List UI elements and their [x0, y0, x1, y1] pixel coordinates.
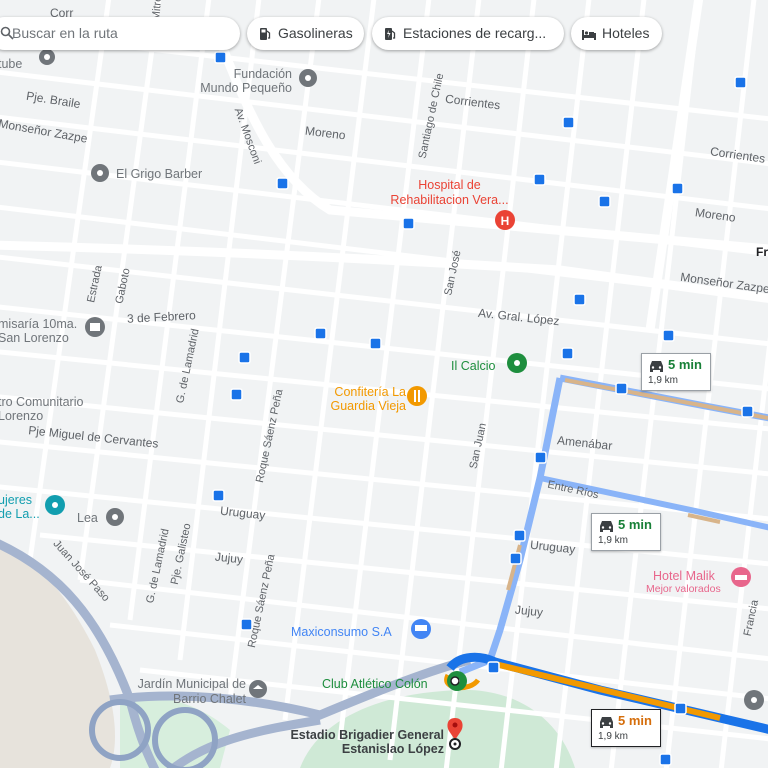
car-icon	[650, 361, 663, 372]
poi-label-jardin[interactable]: Jardín Municipal de Barrio Chalet	[136, 677, 246, 707]
svg-text:H: H	[501, 214, 510, 228]
route-distance: 1,9 km	[598, 731, 629, 742]
route-distance: 1,9 km	[648, 375, 679, 386]
poi-label-estadio[interactable]: Estadio Brigadier General Estanislao Lóp…	[282, 728, 444, 756]
other-pin-icon[interactable]	[744, 690, 764, 710]
car-icon	[600, 717, 613, 728]
chip-gas-stations[interactable]: Gasolineras	[247, 17, 364, 50]
search-along-route-input[interactable]: Buscar en la ruta	[0, 17, 240, 50]
poi-label-tube: tube	[0, 57, 23, 71]
chip-label: Hoteles	[602, 25, 650, 41]
street-label-fr: Fr	[756, 245, 768, 259]
route-duration: 5 min	[618, 713, 652, 728]
route-duration: 5 min	[618, 517, 652, 532]
poi-label-fundacion[interactable]: Fundación Mundo Pequeño	[192, 67, 292, 95]
street-label-jujuy-left: Jujuy	[214, 549, 244, 567]
gas-station-icon	[260, 28, 271, 40]
street-label-jujuy-right: Jujuy	[514, 602, 544, 620]
poi-label-mujeres[interactable]: ujeres de La...	[0, 493, 42, 521]
search-placeholder: Buscar en la ruta	[12, 25, 118, 41]
police-pin-icon[interactable]	[85, 317, 105, 337]
chip-label: Gasolineras	[278, 25, 353, 41]
poi-label-comisaria[interactable]: misaría 10ma. San Lorenzo	[0, 317, 82, 345]
cafe-pin-icon[interactable]	[407, 386, 427, 406]
chip-hotels[interactable]: Hoteles	[571, 17, 662, 50]
ev-charger-icon	[385, 28, 396, 40]
hospital-pin-icon[interactable]: H	[495, 210, 515, 230]
top-bar: Buscar en la ruta Gasolineras Estaciones…	[0, 17, 768, 50]
route-duration: 5 min	[668, 357, 702, 372]
chip-label: Estaciones de recarg...	[403, 25, 547, 41]
tube-pin-icon[interactable]	[39, 49, 55, 65]
poi-label-lea[interactable]: Lea	[77, 511, 98, 525]
car-icon	[600, 521, 613, 532]
poi-label-hospital[interactable]: Hospital de Rehabilitacion Vera...	[382, 178, 517, 208]
route-card-2[interactable]: 5 min 1,9 km	[591, 513, 661, 551]
bed-icon	[582, 30, 596, 40]
barber-pin-icon[interactable]	[91, 164, 109, 182]
place-pin-icon[interactable]	[299, 49, 317, 92]
lea-pin-icon[interactable]	[106, 508, 124, 526]
hotel-pin-icon[interactable]	[731, 567, 751, 587]
poi-label-grigo[interactable]: El Grigo Barber	[116, 167, 202, 181]
shopping-cart-pin-icon[interactable]	[411, 619, 431, 639]
poi-label-calcio[interactable]: Il Calcio	[451, 359, 495, 373]
community-pin-icon[interactable]	[45, 495, 65, 515]
origin-marker-icon	[450, 676, 460, 686]
poi-label-confiteria[interactable]: Confitería La Guardia Vieja	[318, 385, 406, 413]
route-distance: 1,9 km	[598, 535, 629, 546]
poi-label-club[interactable]: Club Atlético Colón	[322, 677, 428, 691]
restaurant-pin-icon[interactable]	[507, 353, 527, 373]
poi-label-maxiconsumo[interactable]: Maxiconsumo S.A	[291, 625, 392, 639]
poi-label-hotel[interactable]: Hotel Malik	[653, 569, 715, 583]
chip-charging-stations[interactable]: Estaciones de recarg...	[372, 17, 564, 50]
poi-label-hotel-sub: Mejor valorados	[646, 583, 721, 595]
route-card-1[interactable]: 5 min 1,9 km	[641, 353, 711, 391]
school-pin-icon[interactable]	[249, 680, 267, 698]
poi-label-centro[interactable]: tro Comunitario Lorenzo	[0, 395, 98, 423]
route-card-3-selected[interactable]: 5 min 1,9 km	[591, 709, 661, 747]
